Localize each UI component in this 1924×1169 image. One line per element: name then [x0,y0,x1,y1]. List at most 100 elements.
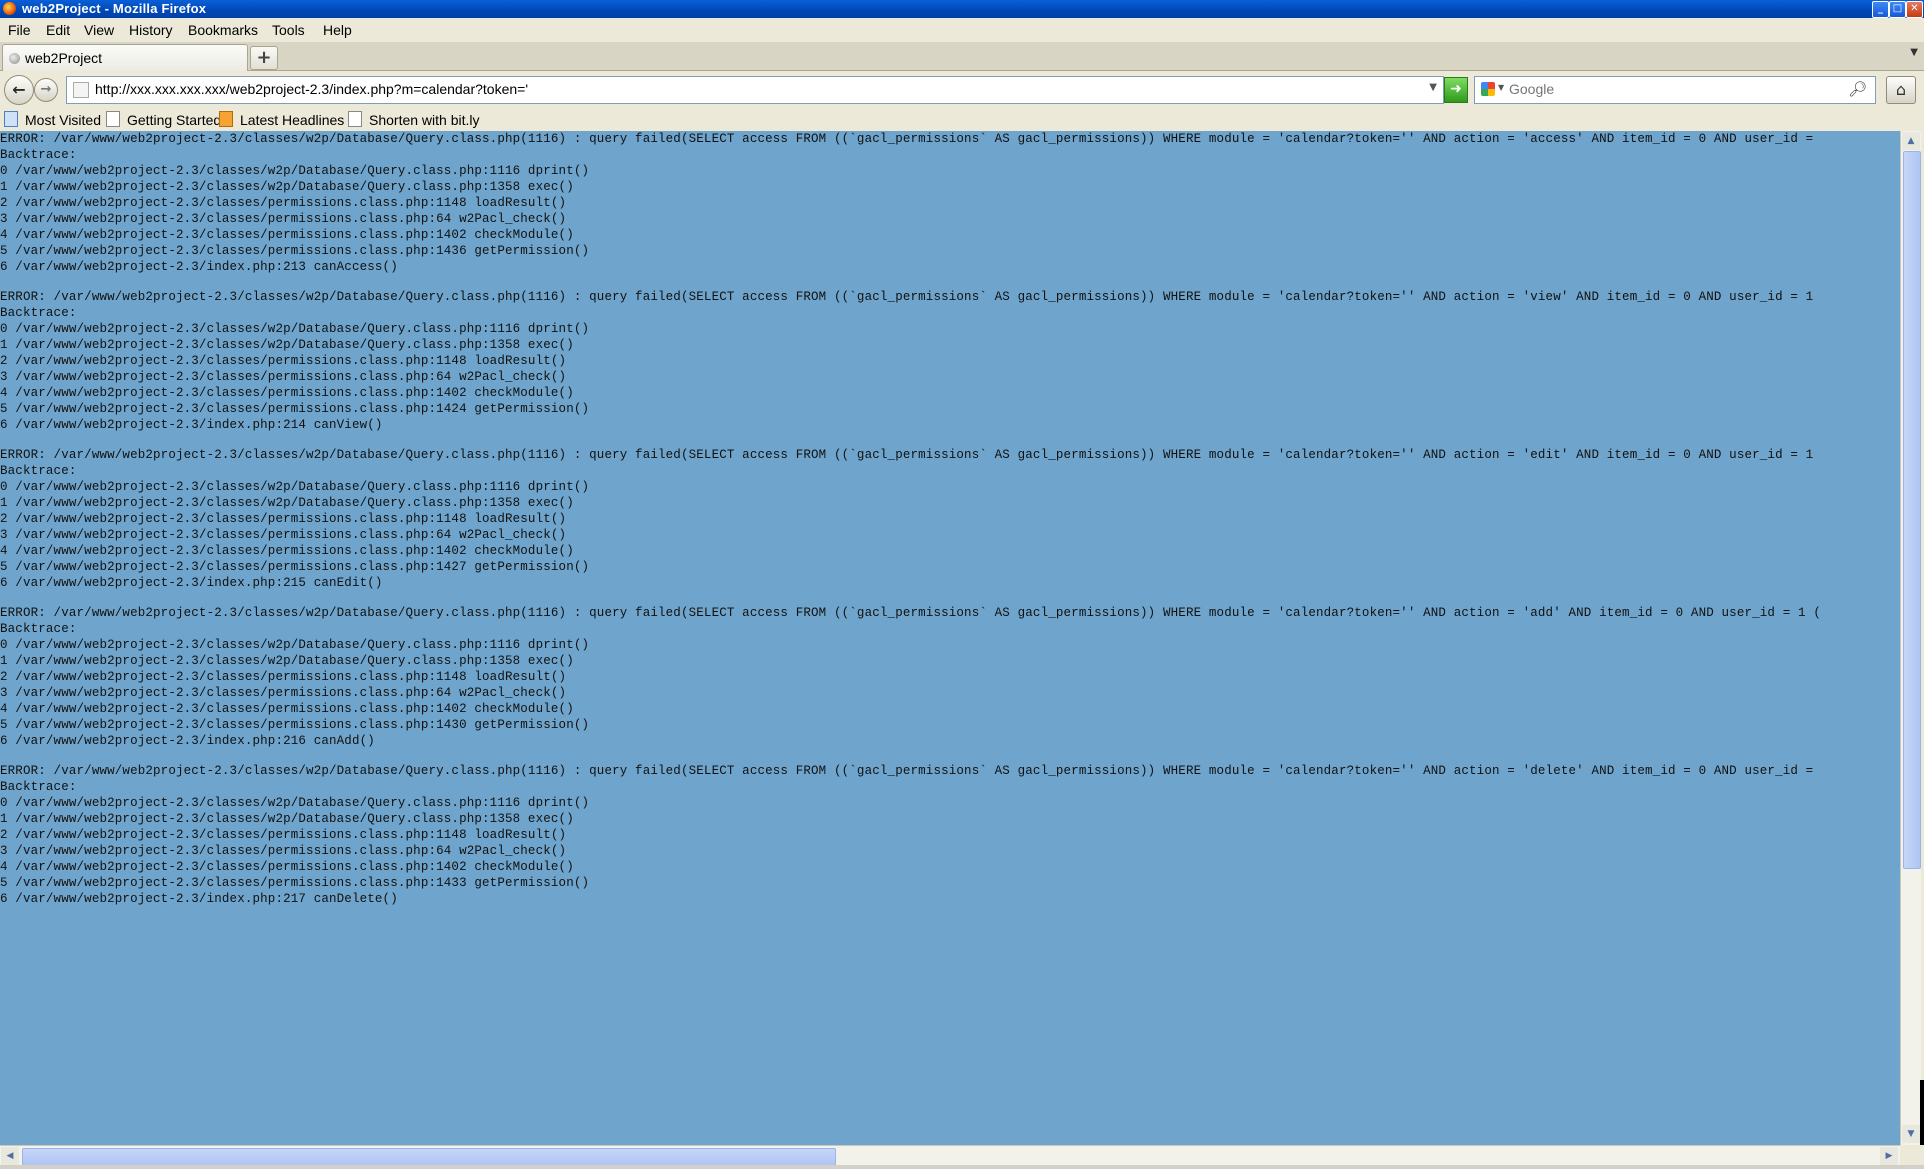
scrollbar-corner [1900,1145,1924,1165]
go-button[interactable]: ➜ [1444,77,1468,103]
url-text[interactable]: http://xxx.xxx.xxx.xxx/web2project-2.3/i… [95,81,528,97]
search-input[interactable] [1509,80,1829,98]
backtrace-line: 5 /var/www/web2project-2.3/classes/permi… [0,876,590,890]
vertical-scroll-thumb[interactable] [1903,151,1921,869]
bookmark-label: Most Visited [25,112,101,128]
bookmark-label: Latest Headlines [240,112,345,128]
backtrace-line: 3 /var/www/web2project-2.3/classes/permi… [0,686,567,700]
menu-file[interactable]: File [8,22,31,38]
menu-bookmarks[interactable]: Bookmarks [188,22,258,38]
page-icon [106,111,120,127]
bookmarks-toolbar: Most Visited Getting Started Latest Head… [0,109,1924,131]
screen-edge-strip [1920,1080,1924,1145]
backtrace-line: 2 /var/www/web2project-2.3/classes/permi… [0,828,567,842]
backtrace-line: 6 /var/www/web2project-2.3/index.php:217… [0,892,398,906]
menu-help[interactable]: Help [323,22,352,38]
backtrace-line: 2 /var/www/web2project-2.3/classes/permi… [0,354,567,368]
error-block: ERROR: /var/www/web2project-2.3/classes/… [0,763,1813,907]
backtrace-line: 6 /var/www/web2project-2.3/index.php:214… [0,418,383,432]
forward-button[interactable]: → [34,78,58,102]
backtrace-line: 1 /var/www/web2project-2.3/classes/w2p/D… [0,180,574,194]
scroll-up-arrow-icon[interactable]: ▲ [1902,132,1920,150]
google-engine-icon[interactable] [1481,82,1495,96]
backtrace-line: 4 /var/www/web2project-2.3/classes/permi… [0,544,574,558]
backtrace-line: 0 /var/www/web2project-2.3/classes/w2p/D… [0,322,590,336]
error-block: ERROR: /var/www/web2project-2.3/classes/… [0,289,1813,433]
backtrace-line: 3 /var/www/web2project-2.3/classes/permi… [0,212,567,226]
back-button[interactable]: ← [4,75,34,105]
firefox-icon [3,2,16,15]
bookmark-folder-icon [4,111,18,127]
backtrace-line: 0 /var/www/web2project-2.3/classes/w2p/D… [0,638,590,652]
window-title: web2Project - Mozilla Firefox [22,1,207,16]
search-bar[interactable]: ▼ 🔎︎ [1474,76,1876,104]
backtrace-line: 1 /var/www/web2project-2.3/classes/w2p/D… [0,812,574,826]
url-bar[interactable]: http://xxx.xxx.xxx.xxx/web2project-2.3/i… [66,76,1444,104]
backtrace-line: 5 /var/www/web2project-2.3/classes/permi… [0,402,590,416]
tab-web2project[interactable]: web2Project [2,44,248,71]
search-icon[interactable]: 🔎︎ [1848,80,1867,98]
error-message: ERROR: /var/www/web2project-2.3/classes/… [0,606,1821,620]
backtrace-line: 0 /var/www/web2project-2.3/classes/w2p/D… [0,480,590,494]
site-identity-icon[interactable] [73,82,89,98]
bookmark-latest-headlines[interactable]: Latest Headlines [219,111,344,128]
backtrace-line: 4 /var/www/web2project-2.3/classes/permi… [0,386,574,400]
horizontal-scrollbar[interactable]: ◀ ▶ [0,1145,1900,1166]
window-title-bar[interactable]: web2Project - Mozilla Firefox _ □ ✕ [0,0,1924,18]
error-message: ERROR: /var/www/web2project-2.3/classes/… [0,764,1814,778]
backtrace-line: 0 /var/www/web2project-2.3/classes/w2p/D… [0,796,590,810]
menu-bar: File Edit View History Bookmarks Tools H… [0,18,1924,42]
backtrace-line: 3 /var/www/web2project-2.3/classes/permi… [0,370,567,384]
close-button[interactable]: ✕ [1906,1,1923,18]
backtrace-line: 3 /var/www/web2project-2.3/classes/permi… [0,528,567,542]
backtrace-heading: Backtrace: [0,780,77,794]
backtrace-line: 2 /var/www/web2project-2.3/classes/permi… [0,196,567,210]
menu-view[interactable]: View [84,22,114,38]
bookmark-most-visited[interactable]: Most Visited [4,111,101,128]
backtrace-line: 1 /var/www/web2project-2.3/classes/w2p/D… [0,496,574,510]
scroll-right-arrow-icon[interactable]: ▶ [1880,1147,1898,1165]
menu-tools[interactable]: Tools [272,22,305,38]
bookmark-getting-started[interactable]: Getting Started [106,111,221,128]
backtrace-heading: Backtrace: [0,464,77,478]
horizontal-scroll-thumb[interactable] [22,1148,836,1166]
menu-history[interactable]: History [129,22,173,38]
list-all-tabs-icon[interactable]: ▼ [1910,47,1918,58]
new-tab-button[interactable]: + [250,46,278,70]
backtrace-heading: Backtrace: [0,622,77,636]
backtrace-line: 5 /var/www/web2project-2.3/classes/permi… [0,560,590,574]
navigation-toolbar: ← → http://xxx.xxx.xxx.xxx/web2project-2… [0,71,1924,109]
backtrace-line: 3 /var/www/web2project-2.3/classes/permi… [0,844,567,858]
backtrace-line: 5 /var/www/web2project-2.3/classes/permi… [0,244,590,258]
backtrace-line: 1 /var/www/web2project-2.3/classes/w2p/D… [0,654,574,668]
backtrace-line: 6 /var/www/web2project-2.3/index.php:213… [0,260,398,274]
backtrace-heading: Backtrace: [0,306,77,320]
tab-label: web2Project [25,50,103,66]
backtrace-line: 6 /var/www/web2project-2.3/index.php:215… [0,576,383,590]
menu-edit[interactable]: Edit [46,22,70,38]
error-message: ERROR: /var/www/web2project-2.3/classes/… [0,290,1814,304]
error-block: ERROR: /var/www/web2project-2.3/classes/… [0,447,1813,591]
scroll-left-arrow-icon[interactable]: ◀ [1,1147,19,1165]
minimize-button[interactable]: _ [1872,1,1889,18]
home-button[interactable]: ⌂ [1886,76,1916,104]
error-block: ERROR: /var/www/web2project-2.3/classes/… [0,131,1813,275]
backtrace-line: 1 /var/www/web2project-2.3/classes/w2p/D… [0,338,574,352]
page-content: ERROR: /var/www/web2project-2.3/classes/… [0,131,1900,1145]
tab-bar: web2Project + ▼ [0,42,1924,71]
engine-dropdown-icon[interactable]: ▼ [1498,83,1504,92]
page-favicon-icon [9,53,20,64]
backtrace-line: 5 /var/www/web2project-2.3/classes/permi… [0,718,590,732]
backtrace-line: 0 /var/www/web2project-2.3/classes/w2p/D… [0,164,590,178]
bookmark-shorten-with-bitly[interactable]: Shorten with bit.ly [348,111,480,128]
error-message: ERROR: /var/www/web2project-2.3/classes/… [0,132,1814,146]
page-icon [348,111,362,127]
scroll-down-arrow-icon[interactable]: ▼ [1902,1125,1920,1143]
url-history-dropdown-icon[interactable]: ▼ [1429,82,1437,93]
vertical-scrollbar[interactable]: ▲ ▼ [1900,131,1921,1145]
maximize-button[interactable]: □ [1889,1,1906,18]
backtrace-line: 4 /var/www/web2project-2.3/classes/permi… [0,860,574,874]
bookmark-label: Getting Started [127,112,222,128]
backtrace-line: 4 /var/www/web2project-2.3/classes/permi… [0,228,574,242]
backtrace-line: 4 /var/www/web2project-2.3/classes/permi… [0,702,574,716]
